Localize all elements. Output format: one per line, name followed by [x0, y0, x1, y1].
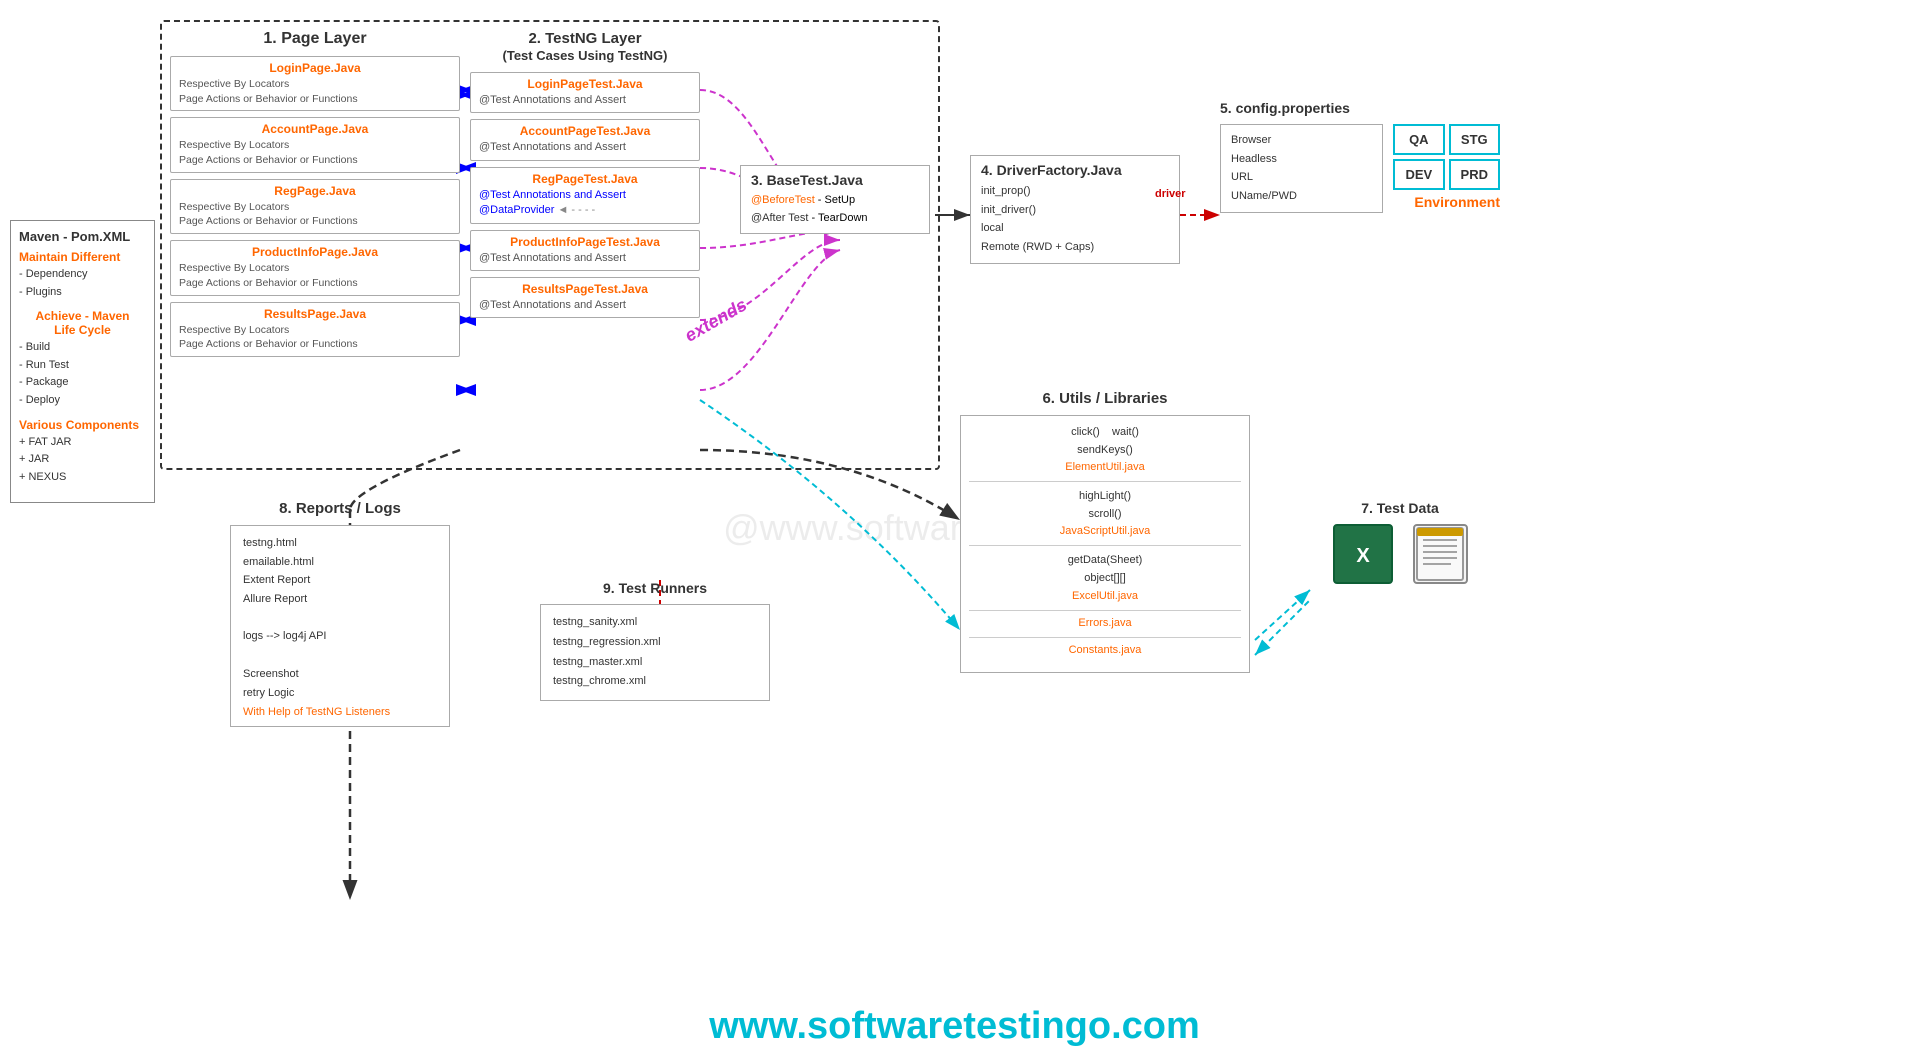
env-qa: QA: [1393, 124, 1444, 155]
config-text: BrowserHeadlessURLUName/PWD: [1220, 124, 1383, 213]
testng-layer: 2. TestNG Layer(Test Cases Using TestNG)…: [470, 30, 700, 324]
reports-box: 8. Reports / Logs testng.html emailable.…: [230, 500, 450, 727]
productinfo-page-title: ProductInfoPage.Java: [179, 245, 451, 259]
element-util-file: ElementUtil.java: [969, 461, 1241, 473]
resultstest-text: @Test Annotations and Assert: [479, 298, 691, 313]
results-page-title: ResultsPage.Java: [179, 307, 451, 321]
page-layer-title: 1. Page Layer: [170, 30, 460, 48]
env-prd: PRD: [1449, 159, 1500, 190]
maven-title: Maven - Pom.XML: [19, 229, 146, 244]
testrunners-box: 9. Test Runners testng_sanity.xml testng…: [540, 580, 770, 701]
regtest-text: @Test Annotations and Assert@DataProvide…: [479, 188, 691, 219]
results-page-text: Respective By LocatorsPage Actions or Be…: [179, 323, 451, 352]
account-page-box: AccountPage.Java Respective By LocatorsP…: [170, 117, 460, 172]
testng-layer-title: 2. TestNG Layer(Test Cases Using TestNG): [470, 30, 700, 64]
accounttest-text: @Test Annotations and Assert: [479, 140, 691, 155]
maven-components-title: Various Components: [19, 418, 146, 432]
svg-text:X: X: [1356, 545, 1370, 567]
constants-section: Constants.java: [969, 644, 1241, 656]
producttest-box: ProductInfoPageTest.Java @Test Annotatio…: [470, 230, 700, 271]
accounttest-title: AccountPageTest.Java: [479, 124, 691, 138]
environment-label: Environment: [1393, 194, 1500, 210]
env-grid: QA STG DEV PRD: [1393, 124, 1500, 190]
after-test-label: @After Test: [751, 212, 808, 224]
regtest-title: RegPageTest.Java: [479, 172, 691, 186]
logintest-title: LoginPageTest.Java: [479, 77, 691, 91]
reports-footer: With Help of TestNG Listeners: [243, 706, 437, 718]
driver-label: driver: [1155, 188, 1186, 200]
javascript-util-methods: highLight()scroll(): [969, 488, 1241, 523]
logintest-text: @Test Annotations and Assert: [479, 93, 691, 108]
config-right: QA STG DEV PRD Environment: [1393, 124, 1500, 210]
config-content: BrowserHeadlessURLUName/PWD QA STG DEV P…: [1220, 124, 1500, 213]
config-box: 5. config.properties BrowserHeadlessURLU…: [1220, 100, 1500, 213]
login-page-text: Respective By LocatorsPage Actions or Be…: [179, 77, 451, 106]
maven-maintain-list: - Dependency- Plugins: [19, 266, 146, 301]
producttest-text: @Test Annotations and Assert: [479, 251, 691, 266]
testrunners-text: testng_sanity.xml testng_regression.xml …: [553, 613, 757, 692]
notepad-icon: [1413, 524, 1468, 584]
testdata-title: 7. Test Data: [1310, 500, 1490, 516]
env-stg: STG: [1449, 124, 1500, 155]
env-dev: DEV: [1393, 159, 1444, 190]
testdata-box: 7. Test Data X: [1310, 500, 1490, 584]
accounttest-box: AccountPageTest.Java @Test Annotations a…: [470, 119, 700, 160]
account-page-title: AccountPage.Java: [179, 122, 451, 136]
utils-title: 6. Utils / Libraries: [960, 390, 1250, 407]
login-page-box: LoginPage.Java Respective By LocatorsPag…: [170, 56, 460, 111]
bottom-url: www.softwaretestingo.com: [709, 1005, 1200, 1048]
element-util-methods: click() wait()sendKeys(): [969, 424, 1241, 459]
results-page-box: ResultsPage.Java Respective By LocatorsP…: [170, 302, 460, 357]
before-test-label: @BeforeTest: [751, 194, 815, 206]
javascript-util-section: highLight()scroll() JavaScriptUtil.java: [969, 488, 1241, 537]
driverfactory-title: 4. DriverFactory.Java: [981, 162, 1169, 178]
reports-inner: testng.html emailable.html Extent Report…: [230, 525, 450, 727]
element-util-section: click() wait()sendKeys() ElementUtil.jav…: [969, 424, 1241, 473]
javascript-util-file: JavaScriptUtil.java: [969, 525, 1241, 537]
testrunners-title: 9. Test Runners: [540, 580, 770, 596]
utils-inner: click() wait()sendKeys() ElementUtil.jav…: [960, 415, 1250, 673]
testdata-icons: X: [1310, 524, 1490, 584]
driverfactory-text: init_prop() init_driver() local Remote (…: [981, 182, 1169, 257]
excel-util-file: ExcelUtil.java: [969, 590, 1241, 602]
reg-page-title: RegPage.Java: [179, 184, 451, 198]
errors-file: Errors.java: [969, 617, 1241, 629]
excel-util-section: getData(Sheet)object[][] ExcelUtil.java: [969, 552, 1241, 601]
regtest-box: RegPageTest.Java @Test Annotations and A…: [470, 167, 700, 224]
errors-section: Errors.java: [969, 617, 1241, 629]
reports-text: testng.html emailable.html Extent Report…: [243, 534, 437, 702]
excel-icon: X: [1333, 524, 1393, 584]
basetest-text: @BeforeTest - SetUp @After Test - TearDo…: [751, 192, 919, 227]
productinfo-page-text: Respective By LocatorsPage Actions or Be…: [179, 261, 451, 290]
maven-components-list: + FAT JAR+ JAR+ NEXUS: [19, 434, 146, 487]
reports-title: 8. Reports / Logs: [230, 500, 450, 517]
testrunners-inner: testng_sanity.xml testng_regression.xml …: [540, 604, 770, 701]
utils-box: 6. Utils / Libraries click() wait()sendK…: [960, 390, 1250, 673]
productinfo-page-box: ProductInfoPage.Java Respective By Locat…: [170, 240, 460, 295]
page-layer: 1. Page Layer LoginPage.Java Respective …: [170, 30, 460, 363]
constants-file: Constants.java: [969, 644, 1241, 656]
account-page-text: Respective By LocatorsPage Actions or Be…: [179, 138, 451, 167]
driverfactory-box: 4. DriverFactory.Java init_prop() init_d…: [970, 155, 1180, 264]
resultstest-title: ResultsPageTest.Java: [479, 282, 691, 296]
basetest-box: 3. BaseTest.Java @BeforeTest - SetUp @Af…: [740, 165, 930, 234]
resultstest-box: ResultsPageTest.Java @Test Annotations a…: [470, 277, 700, 318]
logintest-box: LoginPageTest.Java @Test Annotations and…: [470, 72, 700, 113]
excel-util-methods: getData(Sheet)object[][]: [969, 552, 1241, 587]
config-title: 5. config.properties: [1220, 100, 1500, 116]
login-page-title: LoginPage.Java: [179, 61, 451, 75]
maven-achieve-title: Achieve - MavenLife Cycle: [19, 309, 146, 337]
reg-page-text: Respective By LocatorsPage Actions or Be…: [179, 200, 451, 229]
maven-achieve-list: - Build- Run Test- Package- Deploy: [19, 339, 146, 409]
maven-maintain-title: Maintain Different: [19, 250, 146, 264]
maven-panel: Maven - Pom.XML Maintain Different - Dep…: [10, 220, 155, 503]
basetest-title: 3. BaseTest.Java: [751, 172, 919, 188]
reg-page-box: RegPage.Java Respective By LocatorsPage …: [170, 179, 460, 234]
main-container: @www.softwaretestingo.com Maven - Pom.XM…: [0, 0, 1909, 1056]
producttest-title: ProductInfoPageTest.Java: [479, 235, 691, 249]
